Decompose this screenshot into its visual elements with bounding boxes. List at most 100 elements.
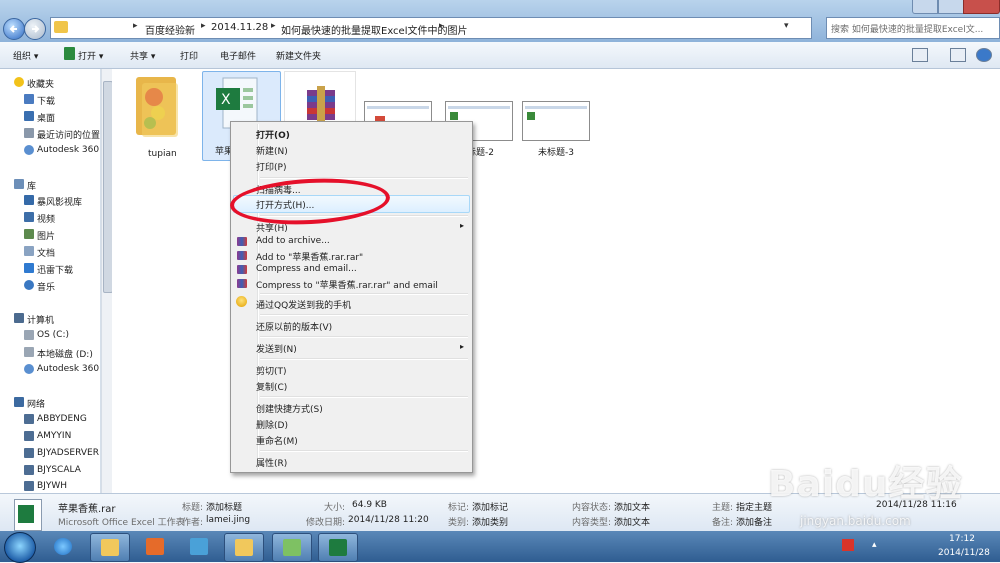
taskbar-ie[interactable]	[44, 533, 82, 560]
drive-icon	[24, 347, 34, 357]
menu-separator	[260, 314, 468, 316]
winrar-icon	[307, 86, 335, 124]
title-bar: ▸ 百度经验新 ▸ 2014.11.28 ▸ 如何最快速的批量提取Excel文件…	[0, 0, 1000, 42]
menu-separator	[260, 293, 468, 295]
share-button[interactable]: 共享 ▾	[130, 49, 155, 62]
clock-time[interactable]: 17:12	[949, 534, 975, 544]
breadcrumb-separator[interactable]: ▸	[133, 21, 138, 31]
detail-category-value[interactable]: 添加类别	[472, 515, 508, 528]
tray-expand-icon[interactable]: ▴	[872, 540, 877, 550]
menu-item-delete[interactable]: 删除(D)	[256, 418, 288, 431]
open-button[interactable]: 打开 ▾	[78, 49, 103, 62]
taskbar-folder[interactable]	[224, 533, 264, 562]
clock-date[interactable]: 2014/11/28	[938, 548, 990, 558]
qq-penguin-icon	[236, 296, 247, 307]
arrow-left-icon	[9, 25, 17, 33]
back-button[interactable]	[3, 18, 25, 40]
organize-button[interactable]: 组织 ▾	[13, 49, 38, 62]
detail-subject-value[interactable]: 指定主题	[736, 500, 772, 513]
menu-item-cut[interactable]: 剪切(T)	[256, 364, 287, 377]
cloud-icon	[24, 145, 34, 155]
start-button[interactable]	[4, 532, 36, 563]
taskbar-explorer[interactable]	[90, 533, 130, 562]
close-button[interactable]	[963, 0, 1000, 14]
paint-icon	[283, 539, 301, 556]
address-bar[interactable]: ▸ 百度经验新 ▸ 2014.11.28 ▸ 如何最快速的批量提取Excel文件…	[50, 17, 812, 39]
forward-button[interactable]	[24, 18, 46, 40]
library-icon	[14, 179, 24, 189]
breadcrumb-item[interactable]: 百度经验新	[145, 22, 195, 37]
menu-item-compress-to-email[interactable]: Compress to "苹果香蕉.rar.rar" and email	[256, 278, 438, 291]
menu-item-print[interactable]: 打印(P)	[256, 160, 286, 173]
search-input[interactable]: 搜索 如何最快速的批量提取Excel文...	[826, 17, 1000, 39]
network-computer-icon	[24, 465, 34, 475]
network-icon	[14, 397, 24, 407]
menu-item-send-to[interactable]: 发送到(N)	[256, 342, 297, 355]
documents-icon	[24, 246, 34, 256]
menu-separator	[260, 450, 468, 452]
menu-item-copy[interactable]: 复制(C)	[256, 380, 287, 393]
detail-status-value[interactable]: 添加文本	[614, 500, 650, 513]
detail-author-value[interactable]: lamei.jing	[206, 515, 250, 525]
menu-item-compress-email[interactable]: Compress and email...	[256, 264, 357, 274]
pictures-icon	[24, 229, 34, 239]
breadcrumb-separator[interactable]: ▸	[201, 21, 206, 31]
taskbar-app[interactable]	[180, 533, 218, 560]
network-computer-icon	[24, 481, 34, 491]
folder-item[interactable]: tupian	[130, 73, 190, 159]
menu-item-qq-send[interactable]: 通过QQ发送到我的手机	[256, 298, 351, 311]
new-folder-button[interactable]: 新建文件夹	[276, 49, 321, 62]
breadcrumb-item[interactable]: 2014.11.28	[211, 22, 268, 33]
taskbar-excel[interactable]	[318, 533, 358, 562]
menu-item-add-to-rar[interactable]: Add to "苹果香蕉.rar.rar"	[256, 250, 363, 263]
menu-separator	[260, 358, 468, 360]
detail-content-type-value[interactable]: 添加文本	[614, 515, 650, 528]
email-button[interactable]: 电子邮件	[220, 49, 256, 62]
people-icon	[190, 538, 208, 555]
help-icon[interactable]	[976, 48, 992, 62]
menu-item-new[interactable]: 新建(N)	[256, 144, 288, 157]
detail-notes-value[interactable]: 添加备注	[736, 515, 772, 528]
view-options-icon[interactable]	[912, 48, 928, 62]
menu-item-open[interactable]: 打开(O)	[256, 128, 290, 141]
network-computer-icon	[24, 448, 34, 458]
address-dropdown-icon[interactable]: ▾	[784, 21, 789, 31]
menu-separator	[260, 177, 468, 179]
menu-item-rename[interactable]: 重命名(M)	[256, 434, 298, 447]
excel-file-icon	[14, 499, 42, 531]
detail-modified-value: 2014/11/28 11:20	[348, 515, 429, 525]
menu-item-create-shortcut[interactable]: 创建快捷方式(S)	[256, 402, 323, 415]
excel-icon	[64, 47, 75, 60]
menu-item-add-archive[interactable]: Add to archive...	[256, 236, 330, 246]
detail-size-value: 64.9 KB	[352, 500, 387, 510]
winrar-icon	[237, 279, 247, 288]
maximize-button[interactable]	[938, 0, 964, 14]
sidebar-scrollbar[interactable]	[101, 69, 113, 493]
minimize-button[interactable]	[912, 0, 938, 14]
network-computer-icon	[24, 414, 34, 424]
taskbar-media[interactable]	[136, 533, 174, 560]
input-method-icon[interactable]	[842, 539, 854, 551]
svg-text:X: X	[221, 92, 231, 108]
music-icon	[24, 280, 34, 290]
menu-item-properties[interactable]: 属性(R)	[256, 456, 287, 469]
download-folder-icon	[24, 263, 34, 273]
detail-tags-value[interactable]: 添加标记	[472, 500, 508, 513]
breadcrumb-separator[interactable]: ▸	[271, 21, 276, 31]
image-file-item[interactable]: 未标题-3	[522, 101, 594, 158]
image-thumbnail	[522, 101, 590, 141]
preview-pane-icon[interactable]	[950, 48, 966, 62]
folder-icon	[136, 77, 178, 137]
menu-item-restore[interactable]: 还原以前的版本(V)	[256, 320, 332, 333]
video-icon	[24, 212, 34, 222]
print-button[interactable]: 打印	[180, 49, 198, 62]
breadcrumb-separator[interactable]: ▸	[439, 21, 444, 31]
search-placeholder: 搜索 如何最快速的批量提取Excel文...	[831, 25, 984, 35]
arrow-right-icon	[32, 25, 40, 33]
internet-explorer-icon	[54, 538, 72, 555]
menu-separator	[260, 336, 468, 338]
taskbar-paint[interactable]	[272, 533, 312, 562]
network-computer-icon	[24, 431, 34, 441]
navigation-pane: 收藏夹 下载 桌面 最近访问的位置 Autodesk 360 库 暴风影视库 视…	[0, 69, 101, 493]
detail-title-value[interactable]: 添加标题	[206, 500, 242, 513]
